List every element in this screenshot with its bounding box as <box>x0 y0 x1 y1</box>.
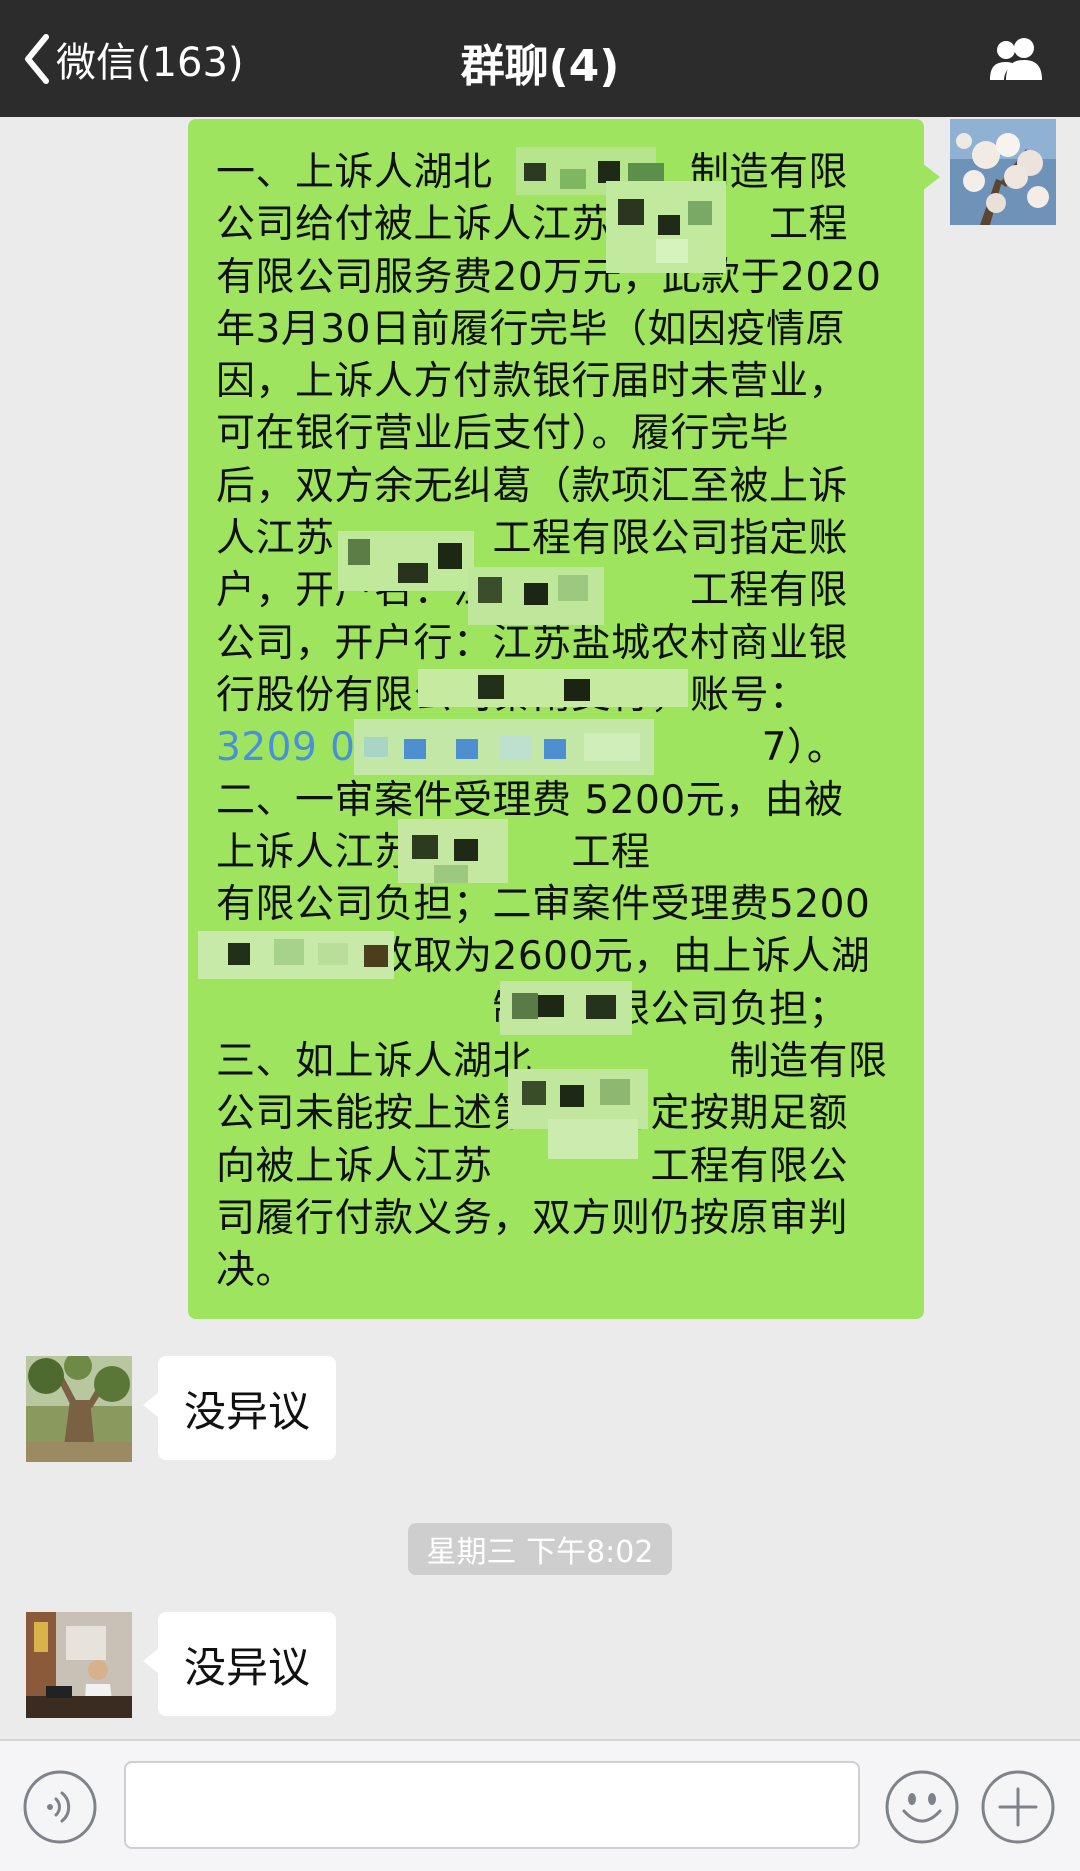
message-text: 没异议 <box>183 1642 310 1692</box>
nav-bar: 微信(163) 群聊(4) <box>0 0 1080 117</box>
incoming-message-bubble[interactable]: 没异议 <box>143 1612 336 1716</box>
account-number-link[interactable]: 3209 021 <box>216 722 407 774</box>
group-members-icon[interactable] <box>986 36 1048 82</box>
member-avatar[interactable] <box>26 1612 132 1718</box>
plus-icon[interactable] <box>980 1769 1056 1845</box>
incoming-message-bubble[interactable]: 没异议 <box>143 1356 336 1460</box>
chat-title: 群聊(4) <box>460 41 620 92</box>
voice-icon[interactable] <box>22 1769 98 1845</box>
message-text: 没异议 <box>183 1386 310 1436</box>
message-timestamp: 星期三 下午8:02 <box>408 1523 672 1575</box>
outgoing-message-bubble[interactable]: 一、上诉人湖北 制造有限 公司给付被上诉人江苏 工程 有限公司服务费20万元，此… <box>188 119 940 1319</box>
input-bar <box>0 1739 1080 1871</box>
tree-photo-icon <box>26 1356 132 1462</box>
blossom-photo-icon <box>950 119 1056 225</box>
self-avatar[interactable] <box>950 119 1056 225</box>
emoji-icon[interactable] <box>884 1769 960 1845</box>
member-avatar[interactable] <box>26 1356 132 1462</box>
office-photo-icon <box>26 1612 132 1718</box>
message-input[interactable] <box>124 1761 860 1849</box>
